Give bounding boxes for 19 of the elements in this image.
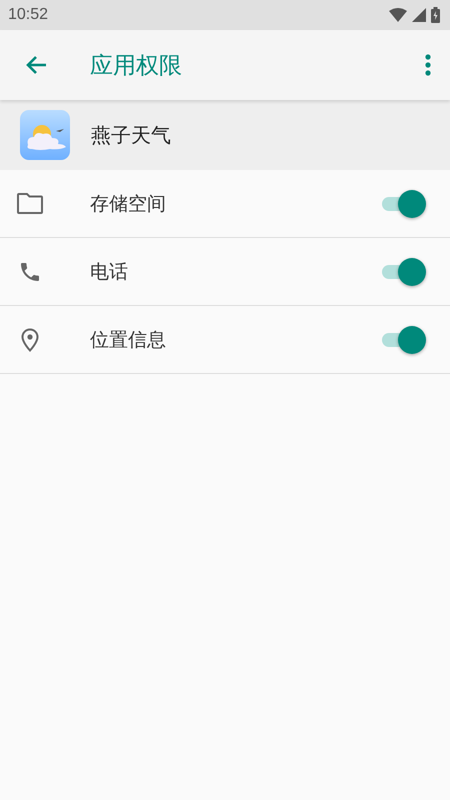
app-name: 燕子天气 [91, 122, 171, 148]
wifi-icon [389, 8, 407, 22]
back-arrow-icon [25, 55, 47, 75]
toggle-switch[interactable] [382, 258, 426, 286]
permission-row[interactable]: 电话 [0, 238, 450, 306]
battery-icon [431, 7, 440, 23]
signal-icon [412, 8, 426, 22]
toggle-switch[interactable] [382, 326, 426, 354]
permission-row[interactable]: 位置信息 [0, 306, 450, 374]
permission-label: 位置信息 [90, 328, 167, 352]
sun-cloud-icon [20, 110, 70, 160]
permission-row[interactable]: 存储空间 [0, 170, 450, 238]
toggle-switch[interactable] [382, 190, 426, 218]
permission-label: 存储空间 [90, 192, 167, 216]
folder-icon [17, 193, 43, 214]
clock-time: 10:52 [8, 6, 48, 24]
permission-label: 电话 [90, 260, 129, 284]
more-options-icon [425, 54, 431, 76]
page-title: 应用权限 [90, 52, 183, 80]
